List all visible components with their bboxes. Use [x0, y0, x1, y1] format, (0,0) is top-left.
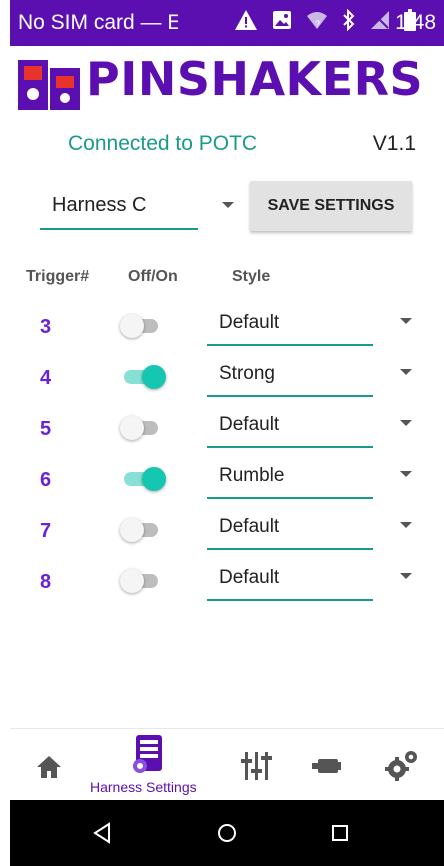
chevron-down-icon — [222, 202, 234, 208]
trigger-number: 5 — [40, 418, 52, 440]
table-row: 7 Default — [10, 500, 444, 550]
image-icon — [273, 11, 291, 29]
chevron-down-icon[interactable] — [400, 522, 412, 528]
toggle-thumb — [120, 314, 144, 338]
home-icon — [37, 756, 61, 778]
style-select-value: Default — [219, 312, 280, 333]
recents-icon[interactable] — [330, 823, 350, 843]
version-label: V1.1 — [372, 132, 416, 155]
trigger-toggle[interactable] — [120, 416, 162, 440]
table-row: 4 Strong — [10, 347, 444, 397]
harness-settings-icon — [133, 735, 162, 773]
style-select-value: Strong — [219, 363, 275, 384]
column-header-off-on: Off/On — [128, 268, 178, 285]
carrier-text: No SIM card — Emergency calls only — [18, 11, 178, 34]
trigger-toggle[interactable] — [120, 569, 162, 593]
style-select-value: Default — [219, 516, 280, 537]
trigger-number: 6 — [40, 469, 52, 491]
save-settings-button[interactable]: SAVE SETTINGS — [250, 181, 412, 231]
svg-text:?: ? — [315, 19, 320, 29]
nav-connector[interactable] — [308, 729, 358, 799]
style-select[interactable]: Default — [207, 296, 373, 346]
nav-settings[interactable] — [376, 729, 436, 799]
nav-harness-settings[interactable]: Harness Settings — [76, 729, 226, 799]
bottom-nav: Harness Settings — [10, 728, 444, 799]
table-row: 6 Rumble — [10, 449, 444, 499]
plug-icon — [312, 759, 341, 773]
wifi-icon: ? — [307, 12, 327, 29]
style-select-value: Default — [219, 567, 280, 588]
back-icon[interactable] — [92, 822, 112, 844]
home-circle-icon[interactable] — [216, 822, 238, 844]
chevron-down-icon[interactable] — [400, 420, 412, 426]
table-row: 8 Default — [10, 551, 444, 601]
system-nav-bar — [10, 800, 444, 866]
toggle-thumb — [142, 467, 166, 491]
trigger-number: 7 — [40, 520, 52, 542]
trigger-number: 4 — [40, 367, 52, 389]
signal-icon — [371, 11, 389, 29]
left-edge — [0, 0, 10, 600]
trigger-toggle[interactable] — [120, 467, 166, 491]
toggle-thumb — [120, 518, 144, 542]
toggle-thumb — [120, 569, 144, 593]
app-window: No SIM card — Emergency calls only ? 1:4… — [10, 0, 444, 866]
harness-select[interactable]: Harness C — [40, 180, 234, 230]
status-bar: No SIM card — Emergency calls only ? 1:4… — [10, 0, 444, 46]
pinball-machine-logo-icon — [18, 60, 80, 110]
sliders-icon — [241, 752, 272, 780]
trigger-number: 3 — [40, 316, 52, 338]
gears-icon — [385, 751, 417, 781]
nav-home[interactable] — [24, 729, 74, 799]
chevron-down-icon[interactable] — [400, 471, 412, 477]
harness-select-value: Harness C — [52, 194, 147, 216]
table-row: 5 Default — [10, 398, 444, 448]
trigger-toggle[interactable] — [120, 314, 162, 338]
chevron-down-icon[interactable] — [400, 369, 412, 375]
status-icons: ? — [234, 9, 416, 31]
table-row: 3 Default — [10, 296, 444, 346]
clock: 1:48 — [395, 11, 436, 34]
nav-sliders[interactable] — [232, 729, 282, 799]
toggle-thumb — [120, 416, 144, 440]
column-header-trigger: Trigger# — [26, 268, 90, 285]
bluetooth-icon — [343, 9, 355, 31]
style-select-value: Default — [219, 414, 280, 435]
style-select[interactable]: Rumble — [207, 449, 373, 499]
style-select[interactable]: Default — [207, 398, 373, 448]
trigger-number: 8 — [40, 571, 52, 593]
connection-status: Connected to POTC — [68, 132, 258, 155]
toggle-thumb — [142, 365, 166, 389]
column-header-style: Style — [232, 268, 271, 285]
nav-harness-settings-label: Harness Settings — [90, 779, 197, 795]
chevron-down-icon[interactable] — [400, 318, 412, 324]
style-select-value: Rumble — [219, 465, 285, 486]
logo: PINSHAKERS — [10, 48, 444, 118]
trigger-toggle[interactable] — [120, 518, 162, 542]
style-select[interactable]: Strong — [207, 347, 373, 397]
warning-icon — [235, 10, 257, 30]
logo-text: PINSHAKERS — [86, 52, 424, 106]
trigger-toggle[interactable] — [120, 365, 166, 389]
style-select[interactable]: Default — [207, 551, 373, 601]
style-select[interactable]: Default — [207, 500, 373, 550]
chevron-down-icon[interactable] — [400, 573, 412, 579]
